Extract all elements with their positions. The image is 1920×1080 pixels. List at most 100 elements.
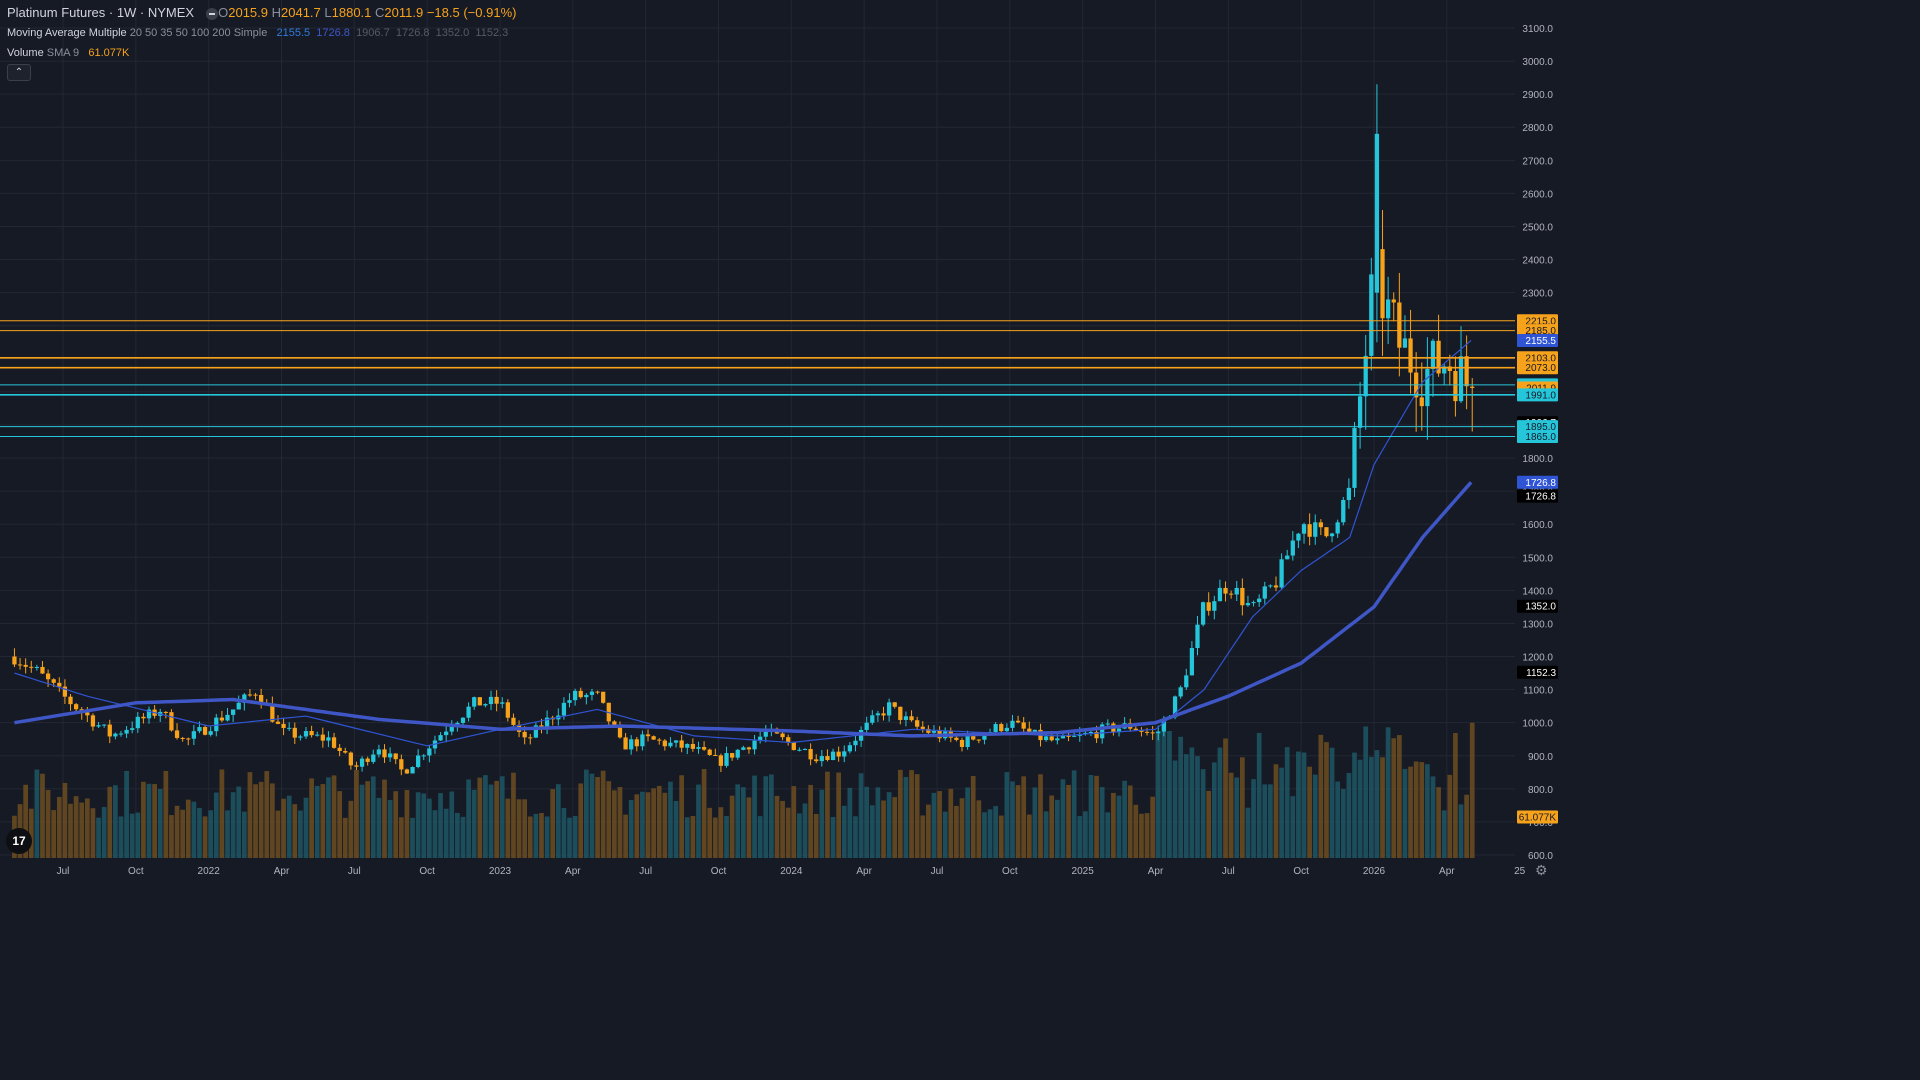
candle-body — [830, 751, 836, 760]
candle-body — [416, 755, 421, 768]
volume-bar — [1217, 747, 1223, 858]
open-value: 2015.9 — [228, 5, 268, 20]
moving-average-legend[interactable]: Moving Average Multiple 20 50 35 50 100 … — [7, 26, 508, 40]
x-tick-label: Apr — [274, 866, 290, 877]
ma-value-5: 1352.0 — [435, 27, 470, 39]
candle-body — [90, 715, 96, 727]
candle-body — [668, 742, 673, 747]
candle-body — [797, 749, 802, 751]
volume-bar — [505, 798, 511, 858]
volume-bar — [1391, 738, 1397, 858]
volume-bar — [578, 783, 584, 858]
volume-legend[interactable]: Volume SMA 9 61.077K — [7, 46, 129, 60]
volume-bar — [673, 800, 679, 858]
volume-bar — [101, 807, 107, 858]
candle-body — [275, 721, 281, 724]
candle-body — [1229, 593, 1234, 595]
candle-body — [85, 712, 90, 716]
candle-body — [808, 749, 813, 760]
candle-body — [135, 716, 140, 729]
volume-bar — [937, 791, 942, 858]
x-tick-label: Apr — [565, 866, 581, 877]
symbol-legend[interactable]: Platinum Futures · 1W · NYMEX O2015.9 H20… — [7, 6, 516, 20]
gear-icon[interactable]: ⚙ — [1535, 862, 1548, 879]
candle-body — [1296, 533, 1301, 541]
volume-bar — [802, 803, 808, 858]
candle-body — [303, 731, 309, 737]
volume-bar — [421, 793, 427, 858]
volume-bar — [90, 808, 96, 858]
volume-bar — [679, 775, 685, 858]
y-tick-label: 600.0 — [1528, 851, 1553, 862]
candle-body — [186, 738, 191, 740]
candle-body — [578, 690, 583, 698]
candle-body — [1369, 274, 1374, 356]
volume-bar — [1374, 750, 1380, 858]
y-tick-label: 1600.0 — [1522, 520, 1553, 531]
volume-bar — [903, 776, 909, 858]
candle-body — [444, 731, 449, 736]
x-tick-label: Oct — [1002, 866, 1018, 877]
candle-body — [528, 737, 533, 739]
x-tick-label: Jul — [639, 866, 652, 877]
price-chart[interactable]: 600.0700.0800.0900.01000.01100.01200.013… — [0, 0, 1568, 882]
candle-body — [1402, 338, 1408, 348]
volume-bar — [208, 810, 214, 858]
candle-body — [12, 656, 17, 665]
candle-body — [696, 747, 701, 749]
volume-bar — [1273, 764, 1279, 858]
volume-bar — [118, 816, 124, 858]
candle-body — [1307, 524, 1312, 537]
volume-bar — [970, 775, 976, 858]
candle-body — [1223, 587, 1228, 594]
candle-body — [1357, 396, 1363, 428]
volume-bar — [1357, 759, 1363, 858]
volume-bar — [230, 792, 236, 858]
volume-bar — [152, 784, 157, 858]
candle-body — [399, 759, 404, 770]
volume-params: SMA 9 — [46, 47, 80, 59]
volume-bar — [1043, 811, 1049, 858]
volume-bar — [157, 789, 163, 858]
volume-bar — [1469, 722, 1475, 858]
volume-bar — [869, 805, 875, 858]
eye-icon[interactable] — [206, 7, 219, 20]
volume-bar — [1396, 735, 1402, 858]
volume-bar — [1088, 775, 1094, 858]
volume-bar — [1324, 742, 1329, 858]
x-tick-label: 2023 — [489, 866, 512, 877]
volume-bar — [1010, 781, 1015, 858]
chevron-up-icon[interactable]: ⌃ — [7, 64, 31, 81]
volume-bar — [1228, 772, 1234, 858]
volume-title[interactable]: Volume — [7, 47, 44, 59]
candle-body — [1335, 522, 1340, 534]
candle-body — [371, 754, 376, 762]
volume-bar — [393, 791, 399, 858]
volume-bar — [326, 777, 331, 858]
tradingview-logo-icon[interactable]: 17 — [6, 828, 32, 854]
symbol-title[interactable]: Platinum Futures · 1W · NYMEX — [7, 5, 194, 20]
volume-bar — [365, 781, 371, 858]
candle-body — [1425, 368, 1430, 407]
volume-bar — [410, 817, 415, 858]
candle-body — [214, 717, 219, 732]
candle-body — [640, 734, 645, 747]
close-value: 2011.9 — [384, 5, 424, 20]
volume-bar — [1155, 731, 1161, 858]
volume-bar — [314, 785, 320, 858]
candle-body — [976, 739, 981, 741]
candle-body — [281, 723, 286, 728]
candle-body — [1178, 687, 1183, 697]
candle-body — [965, 735, 970, 747]
candle-body — [875, 713, 881, 716]
candle-body — [331, 737, 337, 748]
candle-body — [113, 733, 118, 737]
ma-title[interactable]: Moving Average Multiple — [7, 27, 127, 39]
candle-body — [287, 727, 292, 729]
candle-body — [673, 740, 679, 743]
candle-body — [741, 747, 746, 750]
candle-body — [1156, 731, 1161, 734]
volume-bar — [1430, 776, 1436, 858]
volume-bar — [264, 771, 270, 858]
volume-bar — [948, 788, 954, 858]
